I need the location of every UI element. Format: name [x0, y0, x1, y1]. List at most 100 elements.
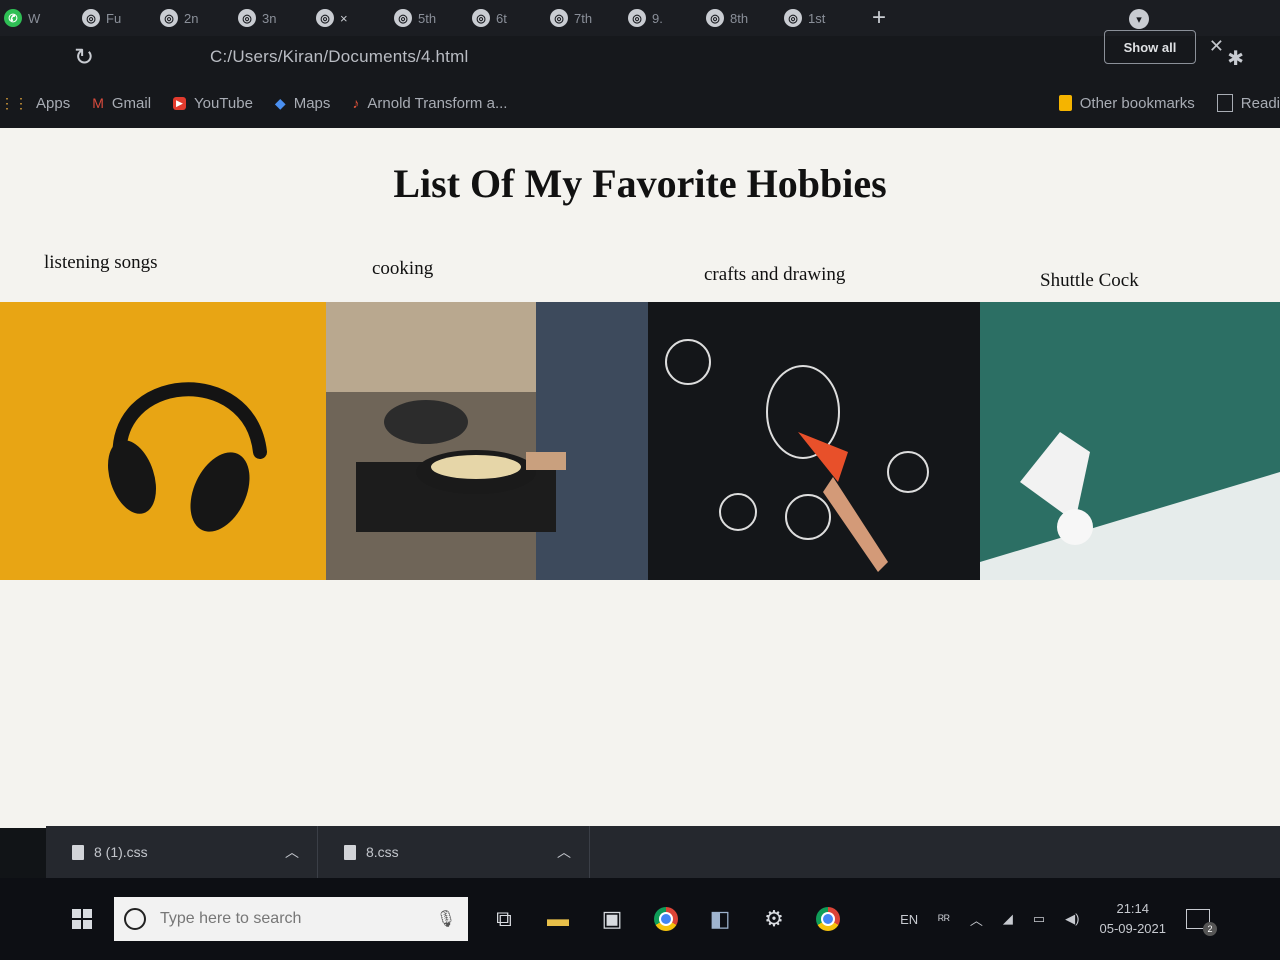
- hobby-images-row: [0, 302, 1280, 580]
- whatsapp-icon: ✆: [4, 9, 22, 27]
- clock[interactable]: 21:14 05-09-2021: [1100, 899, 1167, 939]
- close-icon[interactable]: ✕: [1209, 36, 1224, 57]
- globe-icon: ◎: [160, 9, 178, 27]
- hobby-labels: listening songs cooking crafts and drawi…: [0, 248, 1280, 298]
- globe-icon: ◎: [628, 9, 646, 27]
- shuttlecock-image: [980, 302, 1280, 580]
- bookmark-youtube[interactable]: ▶ YouTube: [173, 95, 253, 112]
- address-bar[interactable]: C:/Users/Kiran/Documents/4.html: [210, 47, 468, 67]
- bookmarks-bar: ⋮⋮ Apps M Gmail ▶ YouTube ◆ Maps ♪ Arnol…: [0, 78, 1280, 128]
- tab-label: 1st: [808, 10, 826, 26]
- download-item[interactable]: 8 (1).css ︿: [46, 826, 318, 878]
- browser-tab[interactable]: ◎ Fu: [78, 0, 156, 36]
- drawing-image: [648, 302, 980, 580]
- tab-label: W: [28, 10, 41, 26]
- page-content: List Of My Favorite Hobbies listening so…: [0, 128, 1280, 828]
- globe-icon: ◎: [82, 9, 100, 27]
- tab-label: 9.: [652, 10, 663, 26]
- browser-tab[interactable]: ◎ 9.: [624, 0, 702, 36]
- system-tray: EN ᴿᴿ ︿ ◢ ▭ ◀) 21:14 05-09-2021 2: [900, 878, 1280, 960]
- bookmark-apps[interactable]: ⋮⋮ Apps: [0, 95, 70, 112]
- reading-list-label: Readi: [1240, 94, 1280, 112]
- browser-toolbar: ↻ C:/Users/Kiran/Documents/4.html ✱: [0, 36, 1280, 78]
- page-title: List Of My Favorite Hobbies: [393, 161, 887, 206]
- globe-icon: ◎: [550, 9, 568, 27]
- search-placeholder: Type here to search: [160, 910, 302, 927]
- tab-label: 5th: [418, 10, 437, 26]
- bookmark-arnold[interactable]: ♪ Arnold Transform a...: [352, 95, 507, 112]
- bookmark-label: Gmail: [111, 94, 152, 112]
- store-icon[interactable]: ▣: [594, 901, 630, 937]
- bookmark-gmail[interactable]: M Gmail: [92, 95, 151, 112]
- apps-icon: ⋮⋮: [0, 94, 28, 111]
- tab-label: Fu: [106, 10, 122, 26]
- globe-icon: ◎: [706, 9, 724, 27]
- taskbar: Type here to search 🎙 ⧉ ▬ ▣ ◧ ⚙ EN ᴿᴿ ︿ …: [0, 878, 1280, 960]
- browser-tab[interactable]: ◎ 8th: [702, 0, 780, 36]
- browser-tab[interactable]: ◎ 1st: [780, 0, 858, 36]
- reload-icon[interactable]: ↻: [74, 43, 104, 72]
- other-bookmarks-label: Other bookmarks: [1079, 94, 1195, 112]
- arnold-icon: ♪: [352, 95, 360, 111]
- notification-icon[interactable]: 2: [1186, 909, 1217, 936]
- browser-tab[interactable]: ✆ W: [0, 0, 78, 36]
- bookmark-label: Arnold Transform a...: [367, 94, 508, 112]
- chevron-up-icon[interactable]: ︿: [970, 910, 983, 929]
- browser-tab[interactable]: ◎ 3n: [234, 0, 312, 36]
- other-bookmarks[interactable]: Other bookmarks: [1058, 94, 1195, 112]
- browser-tab[interactable]: ◎ 7th: [546, 0, 624, 36]
- windows-start-icon[interactable]: [72, 909, 92, 929]
- task-view-icon[interactable]: ⧉: [486, 901, 522, 937]
- language-indicator[interactable]: EN: [900, 912, 918, 927]
- tab-strip: ✆ W ◎ Fu ◎ 2n ◎ 3n ◎ × ◎ 5th ◎ 6t ◎ 7th …: [0, 0, 1280, 36]
- headphones-image: [0, 302, 326, 580]
- browser-tab[interactable]: ◎ 2n: [156, 0, 234, 36]
- globe-icon: ◎: [394, 9, 412, 27]
- file-explorer-icon[interactable]: ▬: [540, 901, 576, 937]
- maps-icon: ◆: [274, 94, 286, 111]
- volume-icon[interactable]: ◀): [1065, 911, 1079, 927]
- extensions-puzzle-icon[interactable]: ✱: [1227, 46, 1244, 71]
- chevron-up-icon[interactable]: ︿: [557, 842, 571, 862]
- browser-tab-active[interactable]: ◎ ×: [312, 0, 390, 36]
- clock-time: 21:14: [1116, 901, 1150, 916]
- browser-tab[interactable]: ◎ 5th: [390, 0, 468, 36]
- notification-count: 2: [1203, 922, 1217, 936]
- download-item[interactable]: 8.css ︿: [318, 826, 590, 878]
- app-icon[interactable]: ◧: [702, 901, 738, 937]
- bookmark-label: Maps: [293, 94, 331, 112]
- settings-gear-icon[interactable]: ⚙: [756, 901, 792, 937]
- chrome-taskbar-icon[interactable]: [810, 901, 846, 937]
- battery-icon[interactable]: ▭: [1033, 911, 1045, 927]
- download-filename: 8 (1).css: [94, 844, 148, 860]
- download-bar: 8 (1).css ︿ 8.css ︿: [46, 826, 1280, 878]
- gmail-icon: M: [92, 95, 104, 111]
- tab-label: 6t: [496, 10, 507, 26]
- wifi-icon[interactable]: ◢: [1003, 911, 1013, 927]
- show-all-button[interactable]: Show all: [1104, 30, 1196, 64]
- tab-close-icon[interactable]: ×: [340, 11, 348, 26]
- microphone-icon[interactable]: 🎙: [436, 909, 456, 929]
- chrome-taskbar-icon[interactable]: [648, 901, 684, 937]
- folder-icon: [1058, 95, 1072, 111]
- browser-tab[interactable]: ◎ 6t: [468, 0, 546, 36]
- cortana-icon: [124, 908, 146, 930]
- clock-date: 05-09-2021: [1099, 921, 1167, 936]
- hobby-label: Shuttle Cock: [1040, 270, 1139, 291]
- tab-label: 8th: [730, 10, 749, 26]
- bookmark-label: YouTube: [193, 94, 253, 112]
- tab-label: 2n: [184, 10, 199, 26]
- file-icon: [344, 844, 356, 860]
- people-icon[interactable]: ᴿᴿ: [938, 912, 950, 927]
- new-tab-button[interactable]: +: [872, 4, 886, 32]
- chevron-up-icon[interactable]: ︿: [285, 842, 299, 862]
- bookmark-maps[interactable]: ◆ Maps: [275, 95, 330, 112]
- profile-icon[interactable]: ▾: [1129, 9, 1149, 29]
- taskbar-search-input[interactable]: Type here to search 🎙: [114, 897, 468, 941]
- reading-list[interactable]: Readi: [1216, 94, 1280, 112]
- tab-label: 7th: [574, 10, 593, 26]
- download-filename: 8.css: [366, 844, 399, 860]
- reading-list-icon: [1216, 94, 1233, 112]
- globe-icon: ◎: [238, 9, 256, 27]
- hobby-label: listening songs: [44, 252, 158, 273]
